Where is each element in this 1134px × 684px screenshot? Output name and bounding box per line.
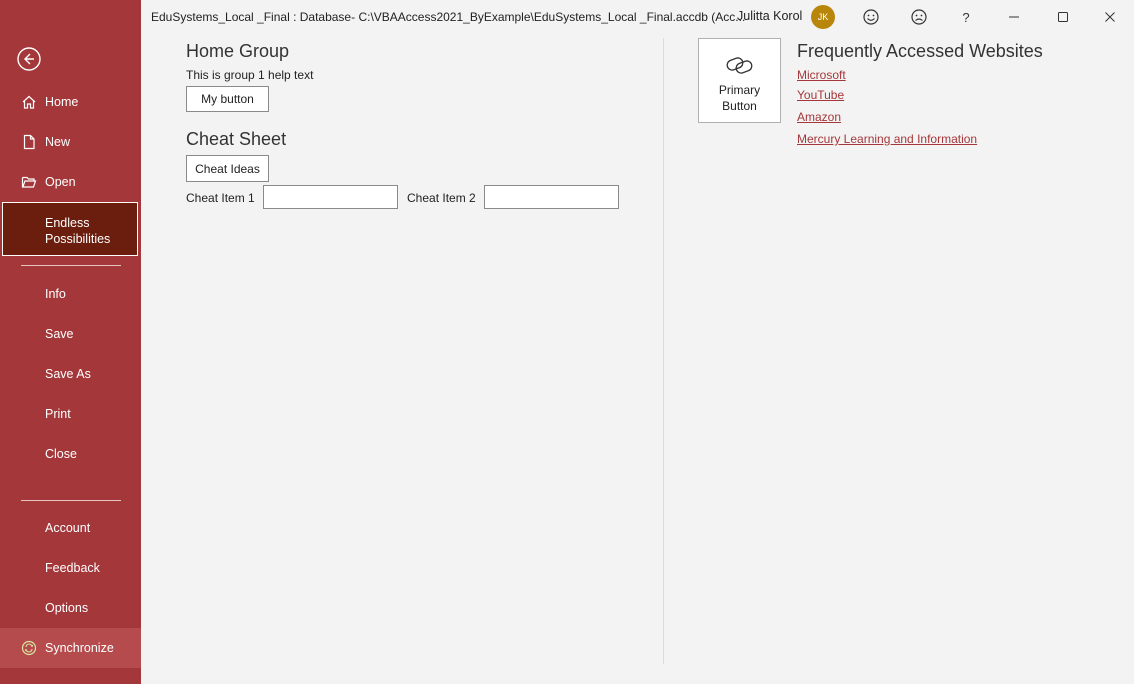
close-icon[interactable]: [1099, 6, 1121, 28]
link-mercury-learning[interactable]: Mercury Learning and Information: [797, 132, 977, 146]
sidebar-item-label: Synchronize: [45, 641, 114, 655]
sidebar-item-options[interactable]: Options: [0, 588, 141, 628]
back-arrow-icon[interactable]: [16, 46, 42, 72]
sidebar-item-info[interactable]: Info: [0, 274, 141, 314]
link-icon: [724, 52, 756, 78]
sync-icon: [20, 639, 38, 657]
user-name[interactable]: Julitta Korol: [737, 9, 802, 23]
sidebar-item-label: Print: [45, 407, 71, 421]
sidebar-item-account[interactable]: Account: [0, 508, 141, 548]
cheat-item-1-field[interactable]: [263, 185, 398, 209]
home-icon: [20, 93, 38, 111]
primary-button-label: Primary Button: [718, 83, 761, 113]
sidebar-item-new[interactable]: New: [0, 122, 141, 162]
sidebar-item-label: Open: [45, 175, 76, 189]
cheat-ideas-button[interactable]: Cheat Ideas: [186, 155, 269, 182]
link-amazon[interactable]: Amazon: [797, 110, 841, 124]
sidebar-item-label-line2: Possibilities: [45, 232, 111, 246]
help-icon[interactable]: ?: [955, 6, 977, 28]
sidebar-item-label: New: [45, 135, 71, 149]
smile-feedback-icon[interactable]: [860, 6, 882, 28]
cheat-sheet-title: Cheat Sheet: [186, 129, 287, 149]
maximize-icon[interactable]: [1052, 6, 1074, 28]
cheat-item-2-label: Cheat Item 2: [407, 191, 476, 205]
my-button[interactable]: My button: [186, 86, 269, 112]
backstage-sidebar: Home New Open Endless Possibilities Info…: [0, 0, 141, 684]
sidebar-item-label: Save: [45, 327, 74, 341]
new-doc-icon: [20, 133, 38, 151]
home-group-help-text: This is group 1 help text: [186, 68, 314, 82]
sidebar-item-label: Options: [45, 601, 89, 615]
sidebar-item-label: Account: [45, 521, 91, 535]
sidebar-item-label: Feedback: [45, 561, 100, 575]
link-microsoft[interactable]: Microsoft: [797, 68, 846, 82]
minimize-icon[interactable]: [1003, 6, 1025, 28]
title-bar: EduSystems_Local _Final : Database- C:\V…: [141, 0, 1134, 34]
sidebar-item-label: Home: [45, 95, 79, 109]
sidebar-item-close[interactable]: Close: [0, 434, 141, 474]
frown-feedback-icon[interactable]: [908, 6, 930, 28]
sidebar-item-open[interactable]: Open: [0, 162, 141, 202]
avatar[interactable]: JK: [811, 5, 835, 29]
sidebar-item-save[interactable]: Save: [0, 314, 141, 354]
cheat-item-1-label: Cheat Item 1: [186, 191, 255, 205]
websites-title: Frequently Accessed Websites: [797, 41, 1043, 61]
sidebar-divider: [21, 265, 121, 266]
sidebar-item-save-as[interactable]: Save As: [0, 354, 141, 394]
sidebar-item-synchronize[interactable]: Synchronize: [0, 628, 141, 668]
sidebar-item-feedback[interactable]: Feedback: [0, 548, 141, 588]
sidebar-item-print[interactable]: Print: [0, 394, 141, 434]
column-divider: [663, 38, 664, 664]
folder-open-icon: [20, 173, 38, 191]
sidebar-item-label: Close: [45, 447, 77, 461]
link-youtube[interactable]: YouTube: [797, 88, 844, 102]
sidebar-item-home[interactable]: Home: [0, 82, 141, 122]
sidebar-divider: [21, 500, 121, 501]
sidebar-item-label-line1: Endless: [45, 216, 90, 230]
cheat-item-2-field[interactable]: [484, 185, 619, 209]
sidebar-item-label: Save As: [45, 367, 91, 381]
sidebar-item-label: Info: [45, 287, 66, 301]
sidebar-item-endless-possibilities[interactable]: Endless Possibilities: [2, 202, 138, 256]
home-group-title: Home Group: [186, 41, 290, 61]
primary-button[interactable]: Primary Button: [698, 38, 781, 123]
window-title: EduSystems_Local _Final : Database- C:\V…: [151, 10, 746, 24]
